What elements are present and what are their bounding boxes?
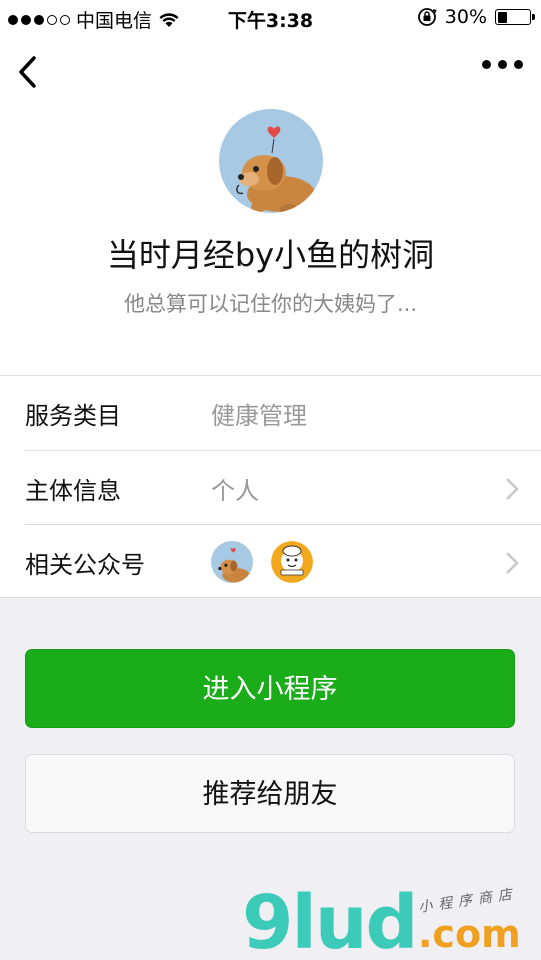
info-list: 服务类目 健康管理 主体信息 个人 相关公众号 [0,375,541,598]
chevron-right-icon [506,552,519,574]
watermark-domain: .com [418,912,521,956]
watermark-logo: 9lud 小程序商店 .com [240,880,530,960]
row-service-category: 服务类目 健康管理 [25,376,541,450]
related-account-avatar-puppy[interactable] [211,541,253,583]
puppy-avatar-image [219,109,323,213]
row-subject-info[interactable]: 主体信息 个人 [25,450,541,524]
row-label: 相关公众号 [25,551,145,579]
chevron-right-icon [506,478,519,500]
navigation-bar [0,36,541,106]
mini-program-profile: 当时月经by小鱼的树洞 他总算可以记住你的大姨妈了... [0,106,541,376]
rotation-lock-icon [417,8,437,26]
battery-icon [495,9,535,25]
share-to-friends-button[interactable]: 推荐给朋友 [25,754,515,833]
status-right: 30% [417,6,535,28]
chevron-left-icon[interactable] [14,52,44,92]
row-related-accounts[interactable]: 相关公众号 [25,524,541,598]
row-label: 服务类目 [25,402,121,430]
related-account-avatar-chef[interactable] [271,541,313,583]
mini-program-title: 当时月经by小鱼的树洞 [106,236,435,274]
mini-program-description: 他总算可以记住你的大姨妈了... [123,292,418,316]
row-value: 个人 [211,477,259,505]
row-value: 健康管理 [211,402,307,430]
enter-mini-program-button[interactable]: 进入小程序 [25,649,515,728]
more-dots-icon[interactable] [482,60,523,69]
battery-percent: 30% [444,6,487,28]
watermark-main: 9lud [242,880,419,960]
battery-level [497,11,507,23]
row-label: 主体信息 [25,477,121,505]
status-bar: 中国电信 下午3:38 30% [0,0,541,36]
avatar [219,109,323,213]
